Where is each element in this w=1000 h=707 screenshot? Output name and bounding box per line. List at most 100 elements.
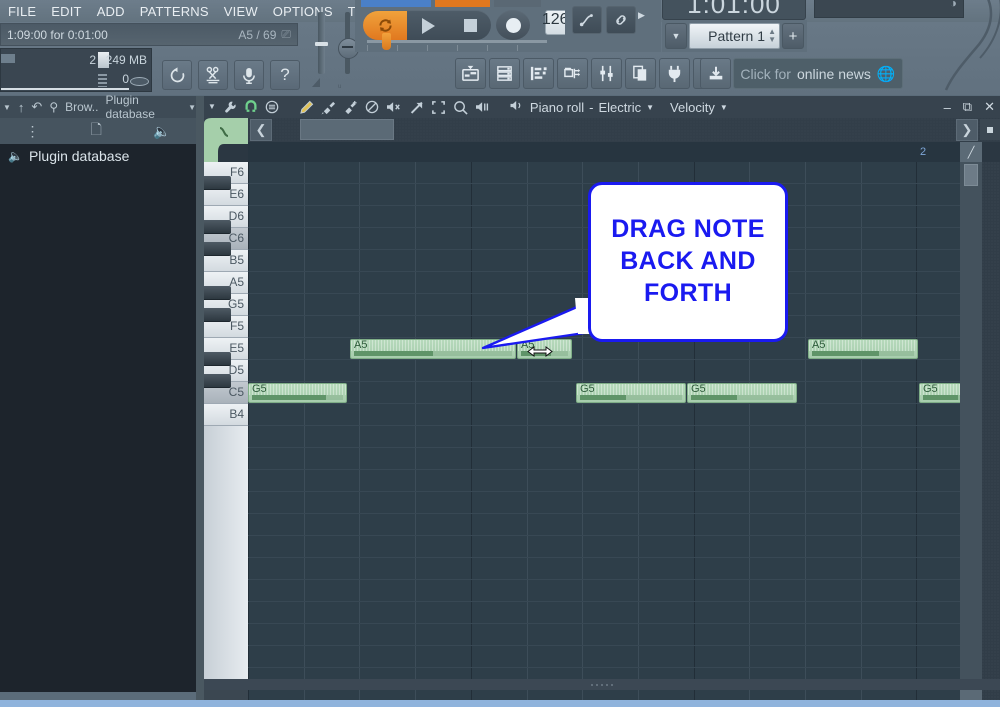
chevron-down-icon[interactable]: ▼ <box>3 103 11 112</box>
pattern-spinner-icon[interactable]: ▲ ▼ <box>768 28 776 44</box>
select-icon[interactable] <box>431 100 446 115</box>
piano-key-black-3[interactable] <box>204 286 231 300</box>
search-icon[interactable]: ⚲ <box>49 100 58 114</box>
piano-key-black-2[interactable] <box>204 242 231 256</box>
magnet-icon[interactable] <box>244 100 258 114</box>
pitch-slide-icon[interactable] <box>572 6 602 34</box>
chevron-down-icon-control[interactable]: ▼ <box>720 103 728 112</box>
zoom-handle-corner[interactable]: ╱ <box>960 142 982 162</box>
ruler-scroll-right-button[interactable]: ❯ <box>956 119 978 141</box>
zoom-icon[interactable] <box>453 100 468 115</box>
delete-icon[interactable] <box>365 100 379 114</box>
control-mode[interactable]: Velocity <box>670 100 715 115</box>
piano-key-black-6[interactable] <box>204 374 231 388</box>
menu-item-edit[interactable]: EDIT <box>49 3 83 20</box>
piano-key-black-4[interactable] <box>204 308 231 322</box>
note-velocity-bar[interactable] <box>691 395 737 400</box>
note-g5[interactable]: G5 <box>687 383 797 403</box>
velocity-splitter[interactable] <box>204 679 1000 690</box>
menu-item-view[interactable]: VIEW <box>222 3 260 20</box>
waveform-icon[interactable]: ⋮ <box>26 123 40 140</box>
vertical-scrollbar[interactable] <box>960 162 982 679</box>
undo-history-icon[interactable] <box>162 60 192 90</box>
note-velocity-bar[interactable] <box>252 395 326 400</box>
link-icon[interactable] <box>606 6 636 34</box>
piano-key-B4[interactable]: B4 <box>204 404 248 426</box>
master-fader-b[interactable] <box>338 12 359 74</box>
chevron-down-icon-instrument[interactable]: ▼ <box>646 103 654 112</box>
note-a5[interactable]: A5 <box>808 339 918 359</box>
list-icon[interactable] <box>265 100 279 114</box>
note-g5[interactable]: G5 <box>576 383 686 403</box>
add-pattern-button[interactable]: + <box>782 23 804 49</box>
file-icon[interactable]: 🗋 <box>91 119 102 143</box>
note-velocity-bar[interactable] <box>812 351 880 356</box>
help-icon[interactable]: ? <box>270 60 300 90</box>
piano-key-black-0[interactable] <box>204 176 231 190</box>
refresh-icon[interactable]: ↶ <box>31 99 42 115</box>
pattern-dropdown-button[interactable]: ▼ <box>665 23 687 49</box>
paint-add-icon[interactable] <box>343 100 358 115</box>
piano-roll-icon[interactable] <box>523 58 554 89</box>
song-position-slider[interactable] <box>367 40 547 43</box>
menu-item-patterns[interactable]: PATTERNS <box>138 3 211 20</box>
playback-icon[interactable] <box>475 100 491 114</box>
piano-keyboard[interactable]: F6 E6 D6 C6 B5 A5 G5 F5 E5 D5 C5 B4 <box>204 162 248 679</box>
pattern-name-field[interactable]: Pattern 1 ▲ ▼ <box>689 23 780 49</box>
song-position-handle[interactable] <box>382 33 391 50</box>
note-velocity-bar[interactable] <box>354 351 433 356</box>
browser-icon[interactable] <box>557 58 588 89</box>
channel-rack-icon[interactable] <box>489 58 520 89</box>
vertical-scrollbar-track[interactable] <box>982 162 1000 679</box>
playlist-icon[interactable] <box>455 58 486 89</box>
note-g5[interactable]: G5 <box>248 383 347 403</box>
piano-key-black-5[interactable] <box>204 352 231 366</box>
time-display[interactable]: 1:01:00 <box>662 0 806 20</box>
ruler-extra-button[interactable] <box>980 119 1000 140</box>
paint-icon[interactable] <box>321 100 336 115</box>
chevron-down-icon-2[interactable]: ▼ <box>188 103 196 112</box>
note-velocity-bar[interactable] <box>580 395 626 400</box>
close-icon[interactable]: ✕ <box>984 99 995 115</box>
bar-ruler[interactable]: 2 <box>248 142 960 162</box>
instrument-name[interactable]: Electric <box>598 100 641 115</box>
play-button[interactable] <box>407 10 449 40</box>
mute-icon[interactable] <box>386 100 402 114</box>
note-velocity-bar[interactable] <box>923 395 958 400</box>
microphone-icon[interactable] <box>234 60 264 90</box>
minimize-icon[interactable]: – <box>944 100 951 115</box>
menu-chevron-icon[interactable]: ▼ <box>208 103 216 111</box>
menu-item-file[interactable]: FILE <box>6 3 38 20</box>
browser-breadcrumb[interactable]: Plugin database <box>105 93 181 121</box>
project-picker-icon[interactable] <box>625 58 656 89</box>
cut-tools-icon[interactable] <box>198 60 228 90</box>
stop-button[interactable] <box>449 10 491 40</box>
record-button[interactable] <box>496 10 530 40</box>
grid-line-horizontal <box>248 513 960 514</box>
browser-item-label: Plugin database <box>28 148 130 164</box>
master-knob[interactable] <box>130 77 149 86</box>
vertical-splitter[interactable] <box>196 96 204 707</box>
time-value: 1:01:00 <box>687 0 781 19</box>
slice-icon[interactable] <box>409 100 424 115</box>
pencil-icon[interactable] <box>299 100 314 115</box>
download-icon[interactable] <box>700 58 731 89</box>
trash-icon[interactable]: ⎚ <box>281 27 291 42</box>
plugin-picker-icon[interactable] <box>659 58 690 89</box>
master-fader-a[interactable] <box>315 12 328 74</box>
online-news-button[interactable]: Click for online news 🌐 <box>733 58 903 89</box>
maximize-icon[interactable]: ⧉ <box>963 99 972 115</box>
up-arrow-icon[interactable]: ↑ <box>18 100 25 115</box>
utility-buttons: ? <box>162 60 300 90</box>
horizontal-scroll-thumb[interactable] <box>300 119 394 140</box>
piano-key-black-1[interactable] <box>204 220 231 234</box>
ruler-scroll-left-button[interactable]: ❮ <box>250 119 272 141</box>
speaker-small-icon[interactable] <box>509 99 525 115</box>
menu-item-options[interactable]: OPTIONS <box>271 3 335 20</box>
menu-item-add[interactable]: ADD <box>95 3 127 20</box>
browser-item-plugin-database[interactable]: 🔈 Plugin database <box>0 144 196 168</box>
note-g5[interactable]: G5 <box>919 383 960 403</box>
speaker-icon[interactable]: 🔈 <box>153 123 170 140</box>
wrench-icon[interactable] <box>223 100 237 114</box>
mixer-icon[interactable] <box>591 58 622 89</box>
